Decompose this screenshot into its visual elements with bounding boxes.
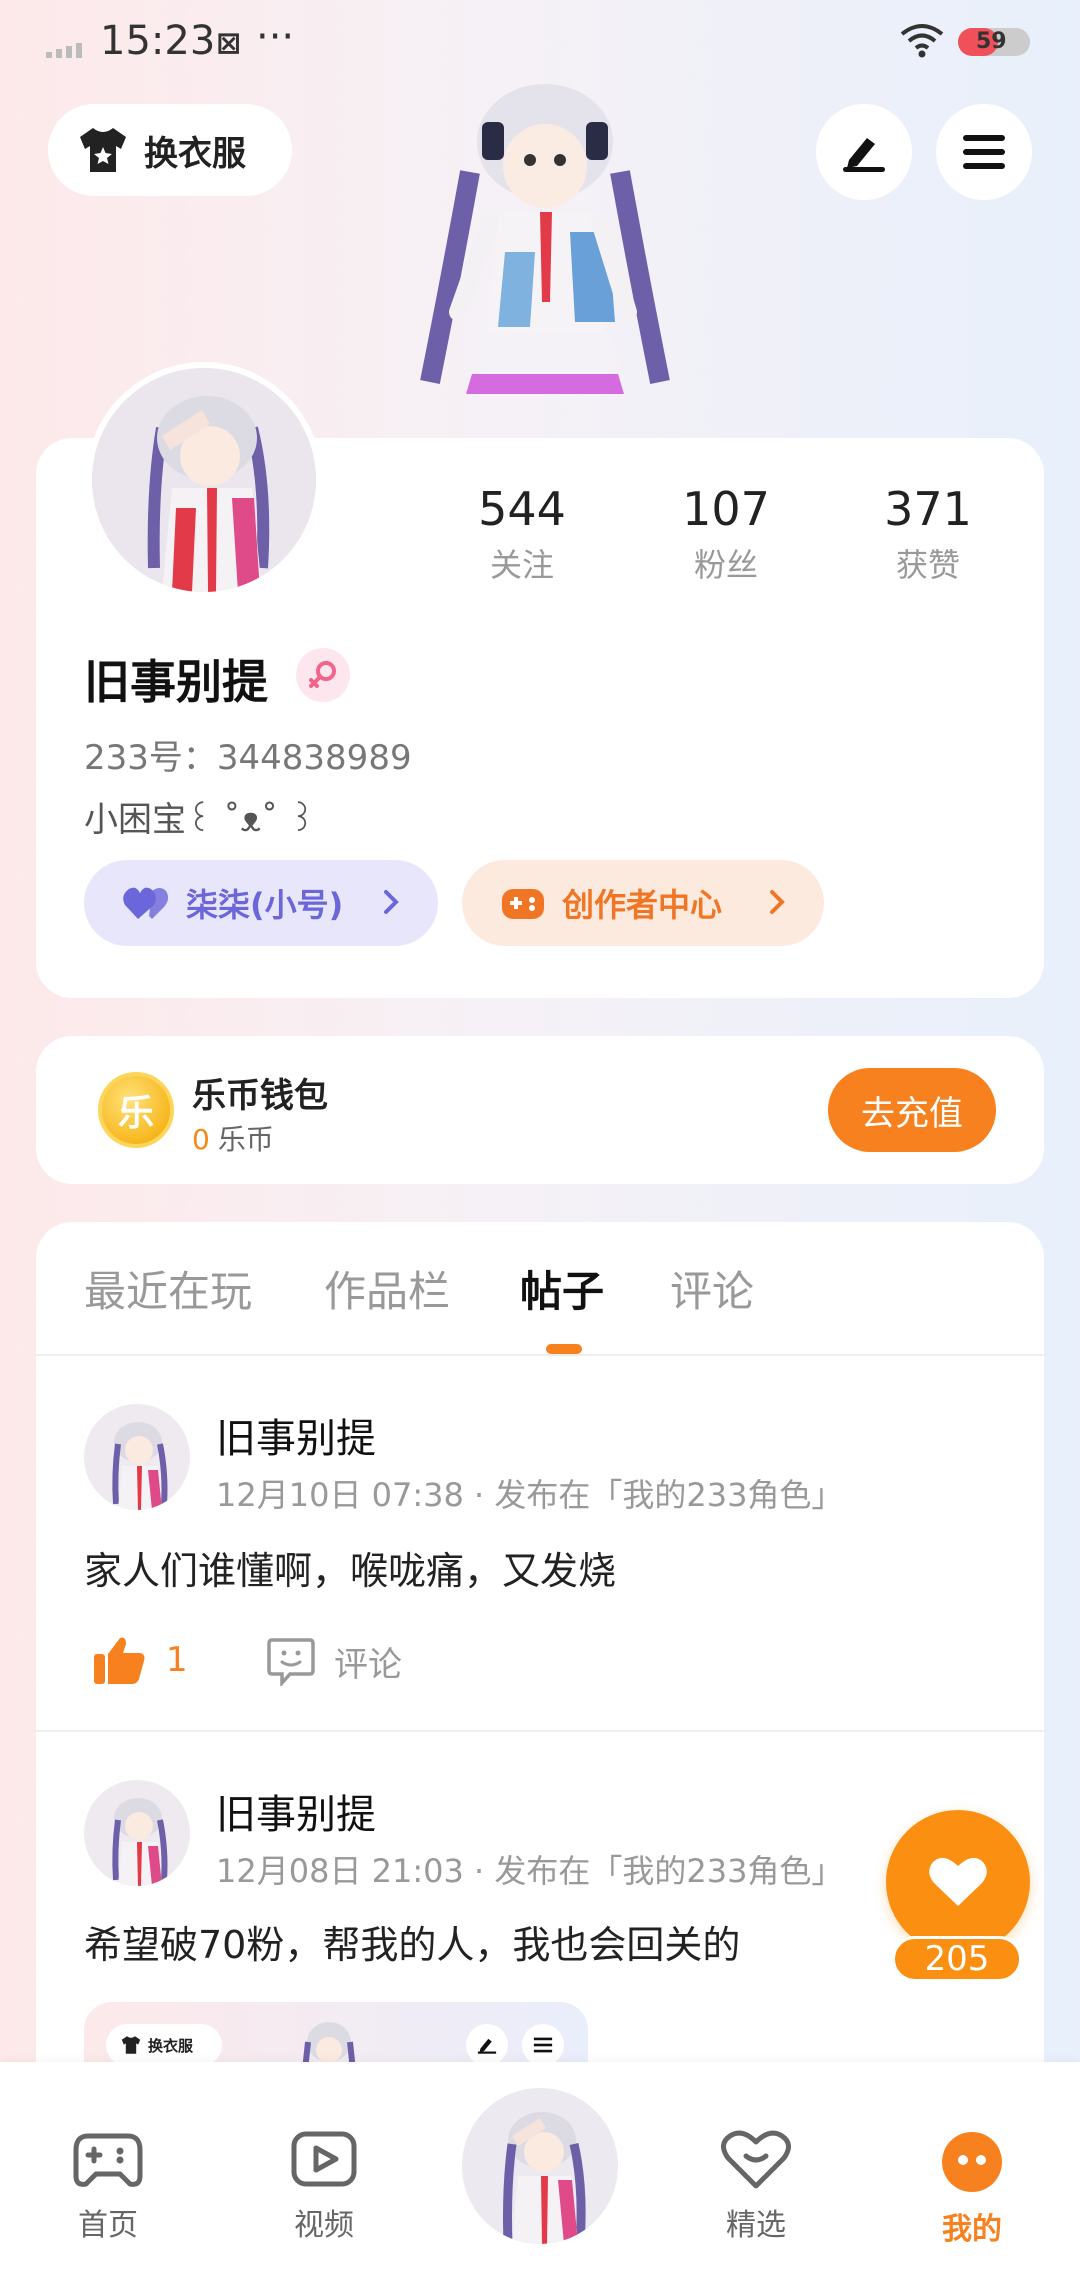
- nav-featured[interactable]: 精选: [696, 2130, 816, 2244]
- nav-mine-label: 我的: [942, 2212, 1002, 2247]
- thumbs-up-icon: [94, 1637, 145, 1684]
- profile-avatar[interactable]: [86, 362, 322, 598]
- username: 旧事别提: [84, 655, 268, 709]
- stat-likes[interactable]: 371 获赞: [828, 482, 1028, 586]
- tshirt-icon: [121, 2036, 141, 2054]
- signal-icon: [46, 43, 82, 58]
- heart-icon: [929, 1857, 987, 1906]
- user-bio: 小困宝꒰ ˚ᴥ˚ ꒱: [84, 800, 316, 840]
- nav-video-label: 视频: [294, 2208, 354, 2243]
- tshirt-icon: [80, 128, 126, 172]
- face-icon: [942, 2132, 1002, 2192]
- user-id: 233号：344838989: [84, 738, 412, 778]
- heart-smile-icon: [721, 2130, 791, 2189]
- status-bar: 15:23 ⊠ ··· 59: [0, 0, 1080, 90]
- stat-fans[interactable]: 107 粉丝: [626, 482, 826, 586]
- battery-icon: 59: [958, 28, 1030, 56]
- coin-icon: 乐: [98, 1072, 174, 1148]
- wallet-title: 乐币钱包: [192, 1076, 328, 1116]
- stat-following-value: 544: [478, 482, 566, 536]
- post-divider: [36, 1730, 1044, 1732]
- nav-home-label: 首页: [78, 2208, 138, 2243]
- alt-account-button[interactable]: 柒柒(小号): [84, 860, 438, 946]
- more-notifications-icon: ···: [256, 14, 295, 60]
- alt-account-label: 柒柒(小号): [186, 886, 344, 924]
- double-heart-icon: [123, 887, 169, 919]
- stat-following-label: 关注: [489, 546, 554, 584]
- nav-center-avatar[interactable]: [456, 2082, 624, 2250]
- mini-pencil-icon: [466, 2024, 508, 2066]
- like-count: 1: [166, 1640, 188, 1680]
- character-avatar-image: [92, 368, 316, 592]
- stat-following[interactable]: 544 关注: [422, 482, 622, 586]
- stat-fans-label: 粉丝: [693, 546, 758, 584]
- character-avatar-image: [112, 1798, 168, 1886]
- post-author-name[interactable]: 旧事别提: [216, 1406, 376, 1464]
- post-body[interactable]: 希望破70粉，帮我的人，我也会回关的: [84, 1914, 740, 1969]
- mini-dress-up-label: 换衣服: [148, 2036, 194, 2055]
- comment-button[interactable]: 评论: [266, 1636, 402, 1686]
- creator-center-button[interactable]: 创作者中心: [462, 860, 824, 946]
- nav-featured-label: 精选: [726, 2208, 786, 2243]
- battery-level: 59: [976, 29, 1007, 54]
- tab-works[interactable]: 作品栏: [324, 1258, 450, 1319]
- post-body[interactable]: 家人们谁懂啊，喉咙痛，又发烧: [84, 1540, 616, 1595]
- creator-center-label: 创作者中心: [562, 886, 723, 924]
- stat-likes-label: 获赞: [895, 546, 960, 584]
- nav-home[interactable]: 首页: [48, 2130, 168, 2244]
- recharge-button[interactable]: 去充值: [828, 1068, 996, 1152]
- gender-female-icon: [296, 648, 350, 702]
- tab-posts[interactable]: 帖子: [520, 1258, 604, 1319]
- tab-comments[interactable]: 评论: [670, 1258, 754, 1319]
- dress-up-button[interactable]: 换衣服: [48, 104, 292, 196]
- chevron-right-icon: [770, 890, 785, 914]
- floating-heart-count: 205: [892, 1936, 1022, 1982]
- wallet-balance-value: 0: [192, 1123, 210, 1156]
- wifi-icon: [900, 24, 944, 58]
- wallet-balance-unit: 乐币: [217, 1123, 274, 1156]
- character-avatar-image: [462, 2088, 618, 2244]
- dress-up-label: 换衣服: [144, 133, 246, 174]
- chevron-right-icon: [384, 890, 399, 914]
- floating-heart-button[interactable]: [886, 1810, 1030, 1954]
- menu-button[interactable]: [936, 104, 1032, 200]
- edit-button[interactable]: [816, 104, 912, 200]
- mini-menu-icon: [522, 2024, 564, 2066]
- nav-video[interactable]: 视频: [264, 2130, 384, 2244]
- like-button[interactable]: 1: [92, 1634, 188, 1686]
- sim-icon: ⊠: [216, 26, 242, 61]
- nav-mine[interactable]: 我的: [912, 2130, 1032, 2248]
- tab-recent-played[interactable]: 最近在玩: [84, 1258, 252, 1319]
- post-meta: 12月10日 07:38 · 发布在「我的233角色」: [216, 1476, 844, 1514]
- mini-dress-up-pill: 换衣服: [106, 2024, 222, 2066]
- stat-fans-value: 107: [682, 482, 770, 536]
- pencil-icon: [843, 138, 885, 172]
- video-play-icon: [291, 2131, 357, 2187]
- post-author-avatar[interactable]: [84, 1404, 190, 1510]
- active-tab-indicator: [546, 1344, 582, 1354]
- tab-divider: [36, 1354, 1044, 1356]
- gamepad-plus-icon: [502, 889, 544, 919]
- post-author-name[interactable]: 旧事别提: [216, 1782, 376, 1840]
- post-meta: 12月08日 21:03 · 发布在「我的233角色」: [216, 1852, 844, 1890]
- character-avatar-image: [112, 1422, 168, 1510]
- comment-smile-icon: [267, 1638, 315, 1686]
- stat-likes-value: 371: [884, 482, 972, 536]
- hamburger-menu-icon: [963, 135, 1005, 169]
- gamepad-icon: [73, 2133, 143, 2187]
- status-time: 15:23: [100, 18, 216, 64]
- wallet-balance: 0 乐币: [192, 1118, 274, 1158]
- comment-label: 评论: [334, 1644, 402, 1685]
- post-author-avatar[interactable]: [84, 1780, 190, 1886]
- character-3d-model[interactable]: [410, 82, 680, 442]
